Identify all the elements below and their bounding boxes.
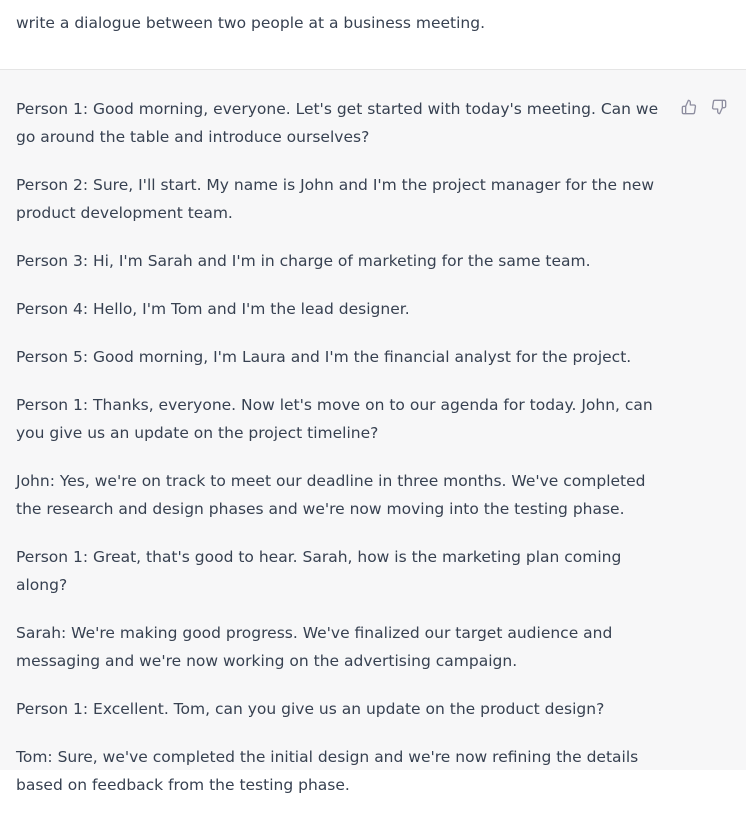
- dialogue-line: Person 5: Good morning, I'm Laura and I'…: [16, 348, 632, 366]
- user-message-text: write a dialogue between two people at a…: [16, 14, 486, 32]
- assistant-message-row: Person 1: Good morning, everyone. Let's …: [0, 70, 746, 794]
- user-message-row: write a dialogue between two people at a…: [0, 0, 746, 70]
- dialogue-line: Person 1: Great, that's good to hear. Sa…: [16, 548, 622, 594]
- feedback-buttons: [680, 98, 728, 116]
- dialogue-line: Sarah: We're making good progress. We've…: [16, 624, 613, 670]
- dialogue-line: Tom: Sure, we've completed the initial d…: [16, 748, 639, 794]
- dialogue-line: Person 4: Hello, I'm Tom and I'm the lea…: [16, 300, 410, 318]
- assistant-message-text: Person 1: Good morning, everyone. Let's …: [16, 95, 668, 819]
- thumbs-up-icon: [681, 99, 697, 115]
- thumbs-up-button[interactable]: [680, 98, 698, 116]
- dialogue-line: Person 1: Excellent. Tom, can you give u…: [16, 700, 605, 718]
- thumbs-down-button[interactable]: [710, 98, 728, 116]
- dialogue-line: Person 2: Sure, I'll start. My name is J…: [16, 176, 654, 222]
- dialogue-line: Person 1: Good morning, everyone. Let's …: [16, 100, 659, 146]
- dialogue-line: John: Yes, we're on track to meet our de…: [16, 472, 646, 518]
- dialogue-line: Person 1: Thanks, everyone. Now let's mo…: [16, 396, 653, 442]
- thumbs-down-icon: [711, 99, 727, 115]
- dialogue-line: Person 3: Hi, I'm Sarah and I'm in charg…: [16, 252, 591, 270]
